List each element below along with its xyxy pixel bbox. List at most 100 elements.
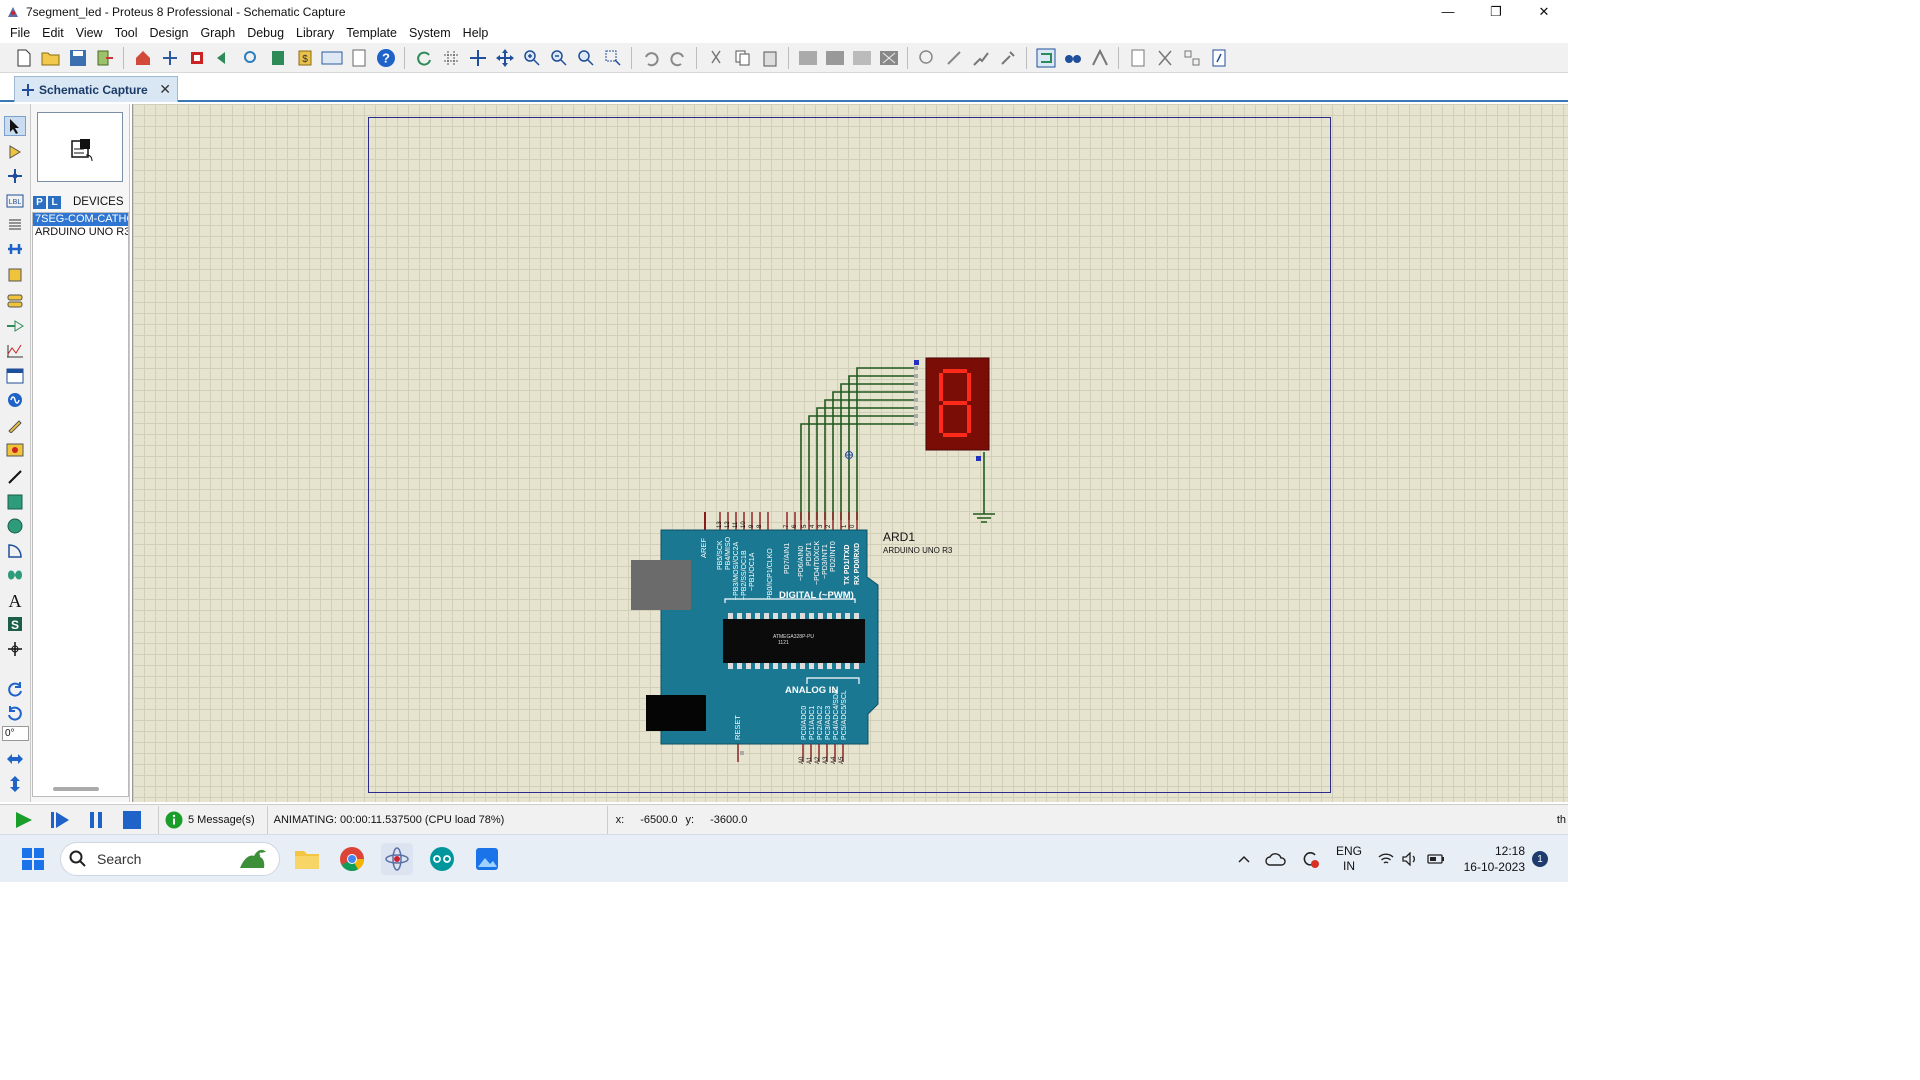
design-rule-check-icon[interactable] xyxy=(1207,46,1231,70)
voltage-probe-icon[interactable] xyxy=(4,415,26,435)
minimize-button[interactable]: — xyxy=(1424,0,1472,23)
zoom-out-icon[interactable] xyxy=(547,46,571,70)
proteus-taskbar-button[interactable] xyxy=(381,843,413,875)
markers-icon[interactable] xyxy=(4,639,26,659)
ground-symbol[interactable] xyxy=(973,513,995,523)
copy-icon[interactable] xyxy=(731,46,755,70)
photos-button[interactable] xyxy=(471,843,503,875)
pcb-layout-icon[interactable] xyxy=(185,46,209,70)
tape-recorder-icon[interactable] xyxy=(4,366,26,386)
gerber-viewer-icon[interactable] xyxy=(239,46,263,70)
menu-tool[interactable]: Tool xyxy=(109,26,144,40)
help-icon[interactable]: ? xyxy=(374,46,398,70)
notification-center-button[interactable]: 1 xyxy=(1530,835,1550,883)
make-device-icon[interactable] xyxy=(942,46,966,70)
menu-help[interactable]: Help xyxy=(457,26,495,40)
block-rotate-icon[interactable] xyxy=(850,46,874,70)
pick-device-icon[interactable] xyxy=(915,46,939,70)
notes-icon[interactable] xyxy=(347,46,371,70)
chrome-button[interactable] xyxy=(336,843,368,875)
remove-sheet-icon[interactable] xyxy=(1153,46,1177,70)
new-file-icon[interactable] xyxy=(12,46,36,70)
undo-icon[interactable] xyxy=(639,46,663,70)
close-window-button[interactable]: ✕ xyxy=(1520,0,1568,23)
menu-file[interactable]: File xyxy=(4,26,36,40)
onedrive-button[interactable] xyxy=(1263,835,1289,883)
arduino-ide-button[interactable] xyxy=(426,843,458,875)
wire-autorouter-icon[interactable] xyxy=(1034,46,1058,70)
text-script-icon[interactable] xyxy=(4,215,26,235)
menu-edit[interactable]: Edit xyxy=(36,26,70,40)
seven-segment-display[interactable] xyxy=(925,357,990,451)
wifi-button[interactable] xyxy=(1376,835,1396,883)
paste-icon[interactable] xyxy=(758,46,782,70)
origin-icon[interactable] xyxy=(466,46,490,70)
grid-toggle-icon[interactable] xyxy=(439,46,463,70)
block-move-icon[interactable] xyxy=(823,46,847,70)
overview-window[interactable] xyxy=(37,112,123,182)
pick-devices-button[interactable]: P xyxy=(33,195,46,209)
battery-button[interactable] xyxy=(1425,835,1447,883)
design-explorer-icon[interactable] xyxy=(266,46,290,70)
subcircuit-icon[interactable] xyxy=(4,265,26,285)
file-explorer-button[interactable] xyxy=(291,843,323,875)
selection-mode-icon[interactable] xyxy=(4,116,26,136)
device-list-scrollbar[interactable] xyxy=(53,787,99,791)
path-tool-icon[interactable] xyxy=(4,565,26,585)
text-tool-icon[interactable]: A xyxy=(4,590,26,610)
zoom-area-icon[interactable] xyxy=(601,46,625,70)
library-manager-button[interactable]: L xyxy=(48,195,61,209)
pause-button[interactable] xyxy=(84,806,108,834)
component-mode-icon[interactable] xyxy=(4,142,26,162)
clock-button[interactable]: 12:18 16-10-2023 xyxy=(1455,835,1525,883)
step-button[interactable] xyxy=(48,806,72,834)
menu-graph[interactable]: Graph xyxy=(194,26,241,40)
zoom-in-icon[interactable] xyxy=(520,46,544,70)
block-copy-icon[interactable] xyxy=(796,46,820,70)
menu-library[interactable]: Library xyxy=(290,26,340,40)
stop-button[interactable] xyxy=(120,806,144,834)
graph-mode-icon[interactable] xyxy=(4,341,26,361)
mirror-horizontal-icon[interactable] xyxy=(4,749,26,769)
3d-viewer-icon[interactable] xyxy=(212,46,236,70)
rotate-clockwise-icon[interactable] xyxy=(4,679,26,699)
pan-icon[interactable] xyxy=(493,46,517,70)
bill-of-materials-icon[interactable]: $ xyxy=(293,46,317,70)
block-delete-icon[interactable] xyxy=(877,46,901,70)
start-button[interactable] xyxy=(17,843,49,875)
volume-button[interactable] xyxy=(1400,835,1420,883)
restore-button[interactable]: ❐ xyxy=(1472,0,1520,23)
virtual-instruments-icon[interactable] xyxy=(4,440,26,460)
save-icon[interactable] xyxy=(66,46,90,70)
cut-icon[interactable] xyxy=(704,46,728,70)
play-button[interactable] xyxy=(12,806,36,834)
zoom-all-icon[interactable] xyxy=(574,46,598,70)
messages-button[interactable]: 5 Message(s) xyxy=(158,805,255,834)
buses-icon[interactable] xyxy=(4,239,26,259)
home-icon[interactable] xyxy=(131,46,155,70)
sync-status-button[interactable] xyxy=(1297,835,1323,883)
source-code-icon[interactable] xyxy=(320,46,344,70)
wire-label-icon[interactable]: LBL xyxy=(4,191,26,211)
show-hidden-icons-button[interactable] xyxy=(1234,835,1254,883)
symbol-tool-icon[interactable]: S xyxy=(4,614,26,634)
import-icon[interactable] xyxy=(93,46,117,70)
rotate-anticlockwise-icon[interactable] xyxy=(4,703,26,723)
terminals-icon[interactable] xyxy=(4,291,26,311)
schematic-icon[interactable] xyxy=(158,46,182,70)
circle-tool-icon[interactable] xyxy=(4,516,26,536)
redo-icon[interactable] xyxy=(666,46,690,70)
menu-view[interactable]: View xyxy=(70,26,109,40)
open-folder-icon[interactable] xyxy=(39,46,63,70)
mirror-vertical-icon[interactable] xyxy=(4,774,26,794)
menu-system[interactable]: System xyxy=(403,26,457,40)
list-item[interactable]: 7SEG-COM-CATHODE xyxy=(33,213,128,226)
new-sheet-icon[interactable] xyxy=(1126,46,1150,70)
menu-design[interactable]: Design xyxy=(144,26,195,40)
menu-template[interactable]: Template xyxy=(340,26,403,40)
tab-schematic-capture[interactable]: Schematic Capture ✕ xyxy=(14,76,178,102)
menu-debug[interactable]: Debug xyxy=(241,26,290,40)
decompose-icon[interactable] xyxy=(996,46,1020,70)
search-component-icon[interactable] xyxy=(1061,46,1085,70)
line-tool-icon[interactable] xyxy=(4,467,26,487)
